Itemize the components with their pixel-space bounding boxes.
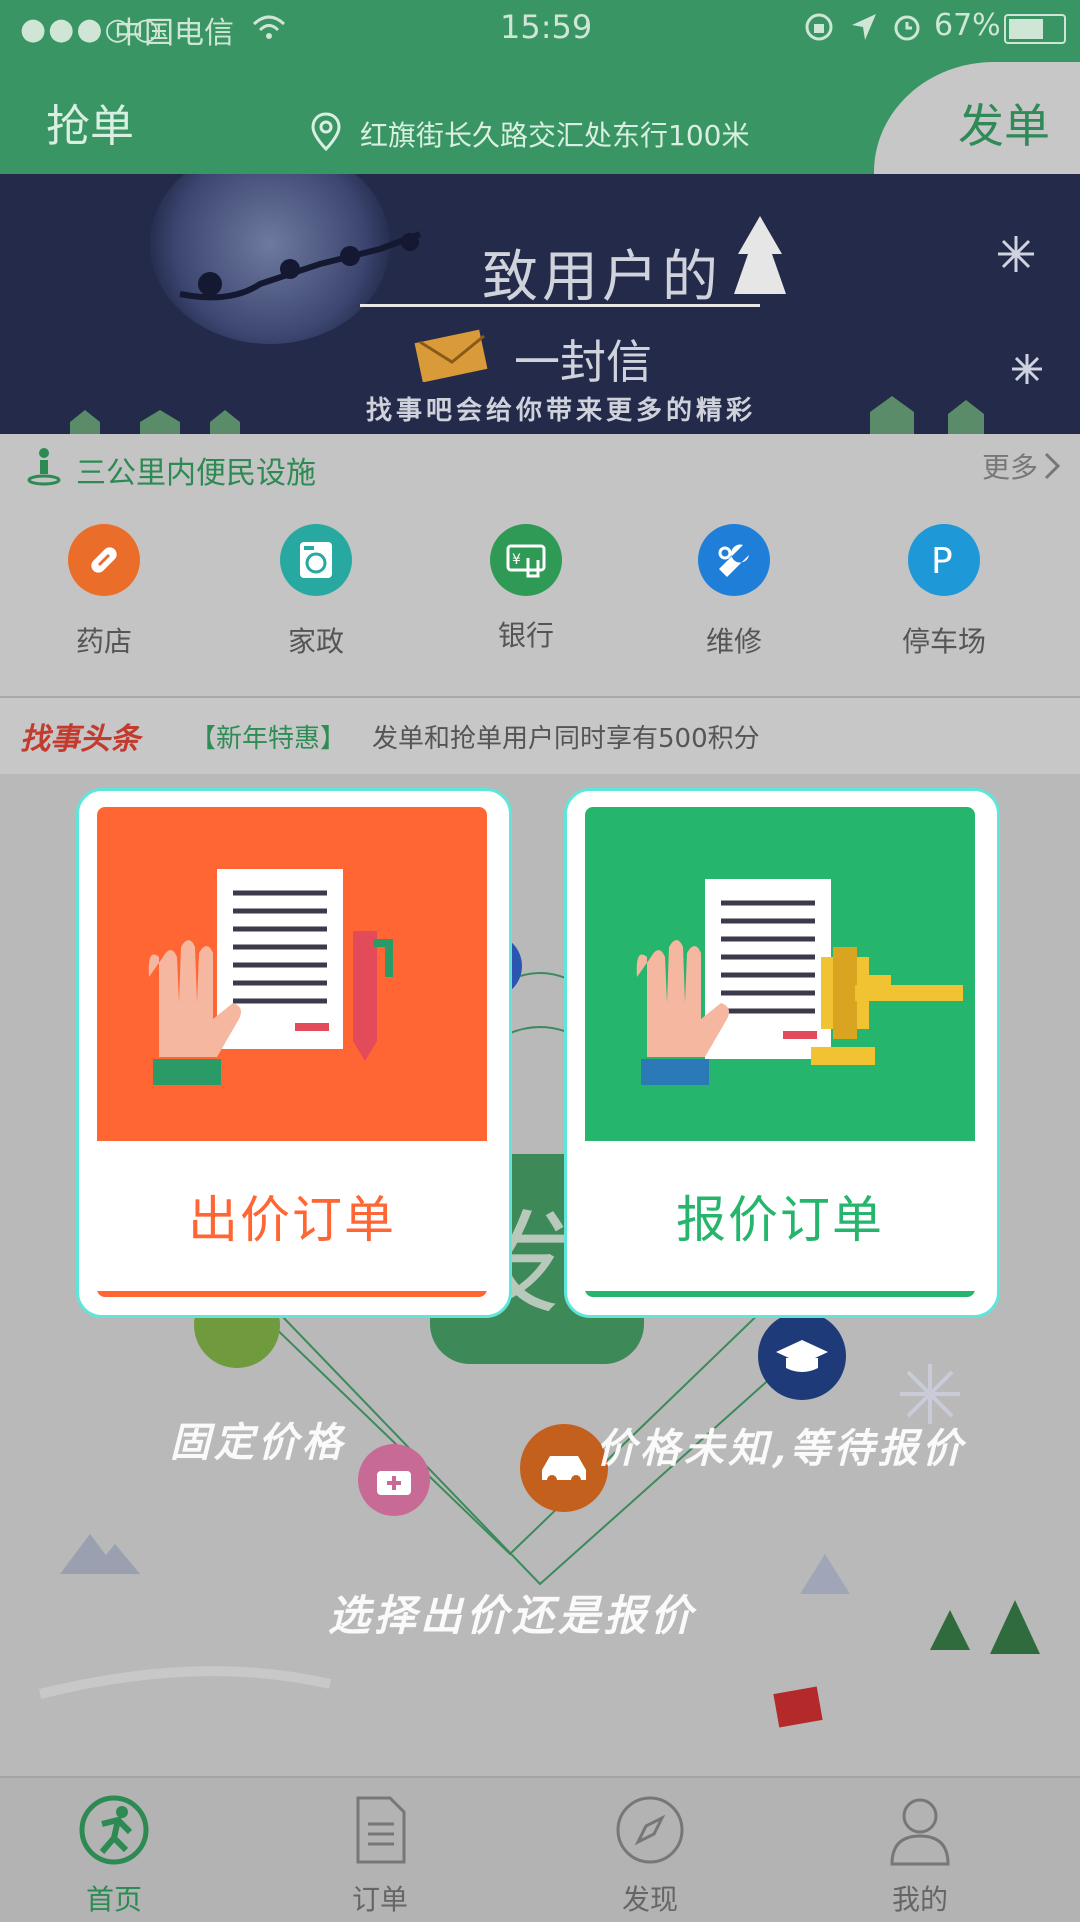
quote-order-label: 报价订单 (585, 1141, 975, 1291)
washing-machine-icon (280, 524, 352, 596)
unknown-price-caption: 价格未知,等待报价 (596, 1425, 966, 1472)
headline-tag: 【新年特惠】 (190, 724, 347, 754)
facility-label: 停车场 (901, 625, 986, 658)
snowflake-icon (1012, 354, 1042, 384)
headline-logo: 找事头条 (20, 722, 140, 757)
svg-text:P: P (931, 541, 953, 581)
bid-order-panel: 出价订单 (97, 807, 487, 1297)
sleigh-graphic (179, 231, 422, 301)
nearby-facilities: 三公里内便民设施 更多 药店 家政 ¥ 银行 维修 P 停车场 (0, 434, 1080, 696)
hand-document-gavel-icon (636, 879, 963, 1085)
hand-document-pen-icon (148, 869, 393, 1085)
car-icon (520, 1424, 608, 1512)
promo-banner[interactable]: 致用户的 一封信 找事吧会给你带来更多的精彩 (0, 174, 1080, 434)
banner-title-line1: 致用户的 (482, 245, 722, 310)
tab-label: 首页 (85, 1883, 142, 1916)
tab-profile[interactable]: 我的 (840, 1778, 1000, 1922)
facility-bank[interactable]: ¥ 银行 (456, 524, 596, 654)
nav-bar: 抢单 红旗街长久路交汇处东行100米 发单 (0, 54, 1080, 182)
status-bar: ●●●○○ 中国电信 15:59 67% (0, 0, 1080, 54)
tab-label: 发现 (621, 1883, 678, 1916)
battery-percent: 67% (934, 8, 1001, 43)
document-icon (356, 1796, 406, 1864)
facility-label: 维修 (705, 625, 762, 658)
bid-order-label: 出价订单 (97, 1141, 487, 1291)
post-order-button[interactable]: 发单 (874, 62, 1080, 182)
tab-bar: 首页 订单 发现 我的 (0, 1776, 1080, 1922)
wifi-icon (252, 15, 286, 39)
snowflake-icon (998, 236, 1034, 272)
page-title: 抢单 (46, 101, 134, 152)
runner-icon (79, 1795, 149, 1865)
quote-order-card[interactable]: 报价订单 (564, 788, 1000, 1318)
envelope-icon (414, 329, 488, 382)
wrench-icon (698, 524, 770, 596)
facility-label: 银行 (497, 619, 554, 652)
facility-housekeeping[interactable]: 家政 (246, 524, 386, 660)
tab-label: 我的 (891, 1883, 948, 1916)
headline-text: 发单和抢单用户同时享有500积分 (372, 724, 760, 754)
parking-icon: P (908, 524, 980, 596)
tab-discover[interactable]: 发现 (570, 1778, 730, 1922)
snow-houses-graphic (70, 410, 240, 434)
banner-subtitle: 找事吧会给你带来更多的精彩 (366, 396, 757, 426)
graduation-cap-icon (758, 1312, 846, 1400)
compass-icon (616, 1796, 684, 1864)
facility-label: 药店 (75, 625, 132, 658)
snow-houses-graphic (870, 396, 984, 434)
bid-order-card[interactable]: 出价订单 (76, 788, 512, 1318)
tab-home[interactable]: 首页 (34, 1778, 194, 1922)
christmas-tree-icon (734, 216, 786, 294)
person-location-icon (27, 448, 61, 486)
post-order-label: 发单 (958, 99, 1050, 153)
svg-text:¥: ¥ (512, 552, 521, 568)
bank-card-icon: ¥ (490, 524, 562, 596)
current-location[interactable]: 红旗街长久路交汇处东行100米 (360, 114, 749, 154)
location-arrow-icon (852, 14, 876, 40)
pill-icon (68, 524, 140, 596)
battery-icon (1004, 14, 1066, 44)
medical-kit-icon (358, 1444, 430, 1516)
headline-ticker[interactable]: 找事头条 【新年特惠】 发单和抢单用户同时享有500积分 (0, 698, 1080, 774)
quote-order-panel: 报价订单 (585, 807, 975, 1297)
clock: 15:59 (500, 8, 593, 46)
tab-orders[interactable]: 订单 (300, 1778, 460, 1922)
more-link[interactable]: 更多 (982, 446, 1038, 486)
fixed-price-caption: 固定价格 (170, 1419, 346, 1466)
orientation-lock-icon (805, 13, 833, 41)
carrier-name: 中国电信 (114, 16, 234, 51)
alarm-icon (894, 15, 920, 41)
banner-title-line2: 一封信 (514, 335, 652, 389)
facility-repair[interactable]: 维修 (664, 524, 804, 660)
location-pin-icon (311, 112, 341, 152)
user-icon (890, 1798, 950, 1866)
tab-label: 订单 (351, 1883, 408, 1916)
choose-caption: 选择出价还是报价 (328, 1591, 697, 1640)
facilities-header: 三公里内便民设施 (76, 456, 316, 491)
chevron-right-icon[interactable] (1042, 452, 1062, 480)
facility-label: 家政 (287, 625, 344, 658)
facility-pharmacy[interactable]: 药店 (34, 524, 174, 660)
icicle-divider (360, 304, 760, 323)
facility-parking[interactable]: P 停车场 (874, 524, 1014, 660)
